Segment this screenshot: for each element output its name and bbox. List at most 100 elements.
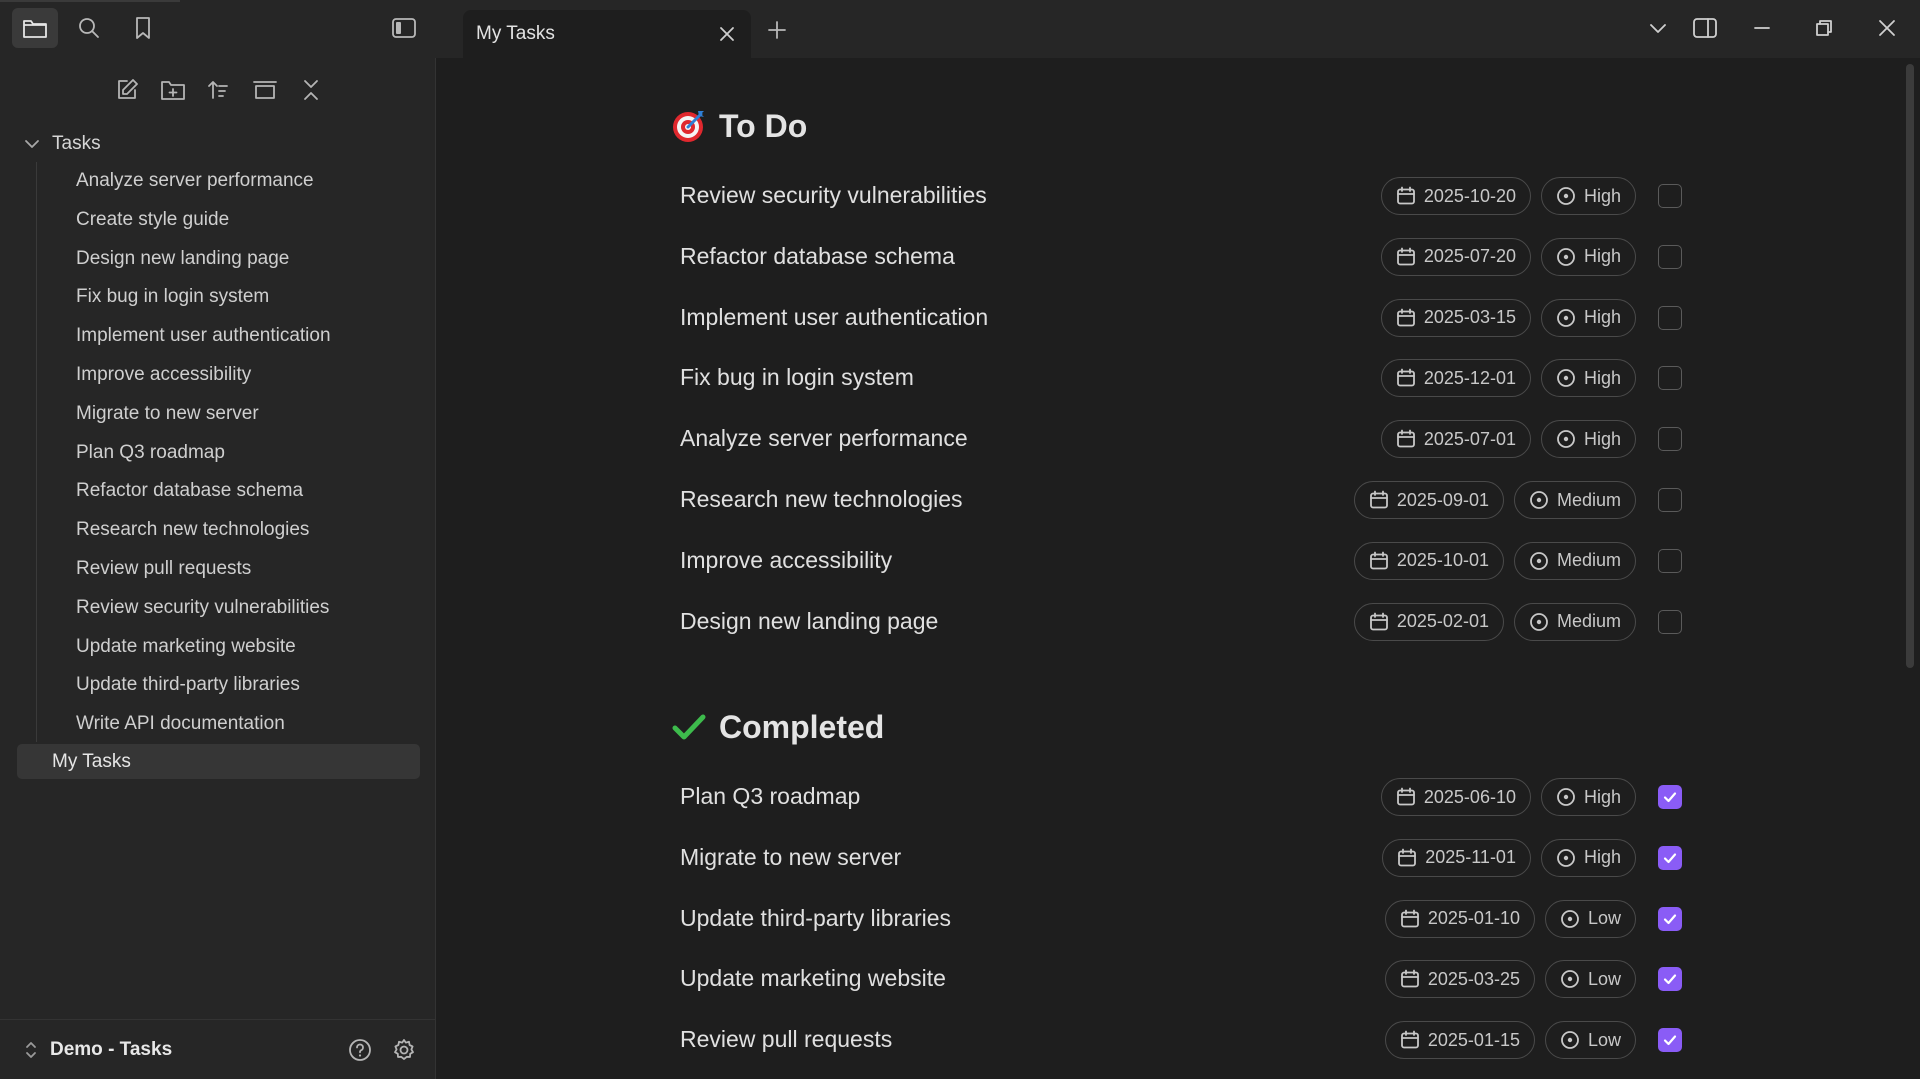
file-item-active[interactable]: My Tasks (17, 744, 420, 779)
task-checkbox[interactable] (1658, 366, 1682, 391)
task-checkbox[interactable] (1658, 427, 1682, 452)
task-title[interactable]: Research new technologies (680, 486, 963, 513)
right-sidebar-toggle-icon[interactable] (1683, 8, 1727, 48)
task-checkbox[interactable] (1658, 609, 1682, 634)
due-date-pill[interactable]: 2025-02-01 (1353, 602, 1504, 641)
file-item[interactable]: Research new technologies (36, 511, 426, 550)
task-title[interactable]: Fix bug in login system (680, 364, 914, 391)
task-checkbox[interactable] (1658, 305, 1682, 330)
task-title[interactable]: Update third-party libraries (680, 905, 951, 932)
file-item[interactable]: Plan Q3 roadmap (36, 434, 426, 473)
priority-pill[interactable]: High (1540, 177, 1636, 215)
minimize-icon[interactable] (1740, 8, 1784, 48)
due-date-pill[interactable]: 2025-09-01 (1353, 481, 1504, 519)
priority-pill[interactable]: High (1540, 778, 1636, 816)
new-note-icon[interactable] (109, 72, 145, 108)
scrollbar[interactable] (1906, 64, 1914, 668)
close-window-icon[interactable] (1865, 8, 1909, 48)
priority-pill[interactable]: High (1540, 237, 1636, 276)
due-date-pill[interactable]: 2025-01-10 (1384, 899, 1535, 938)
search-icon[interactable] (66, 8, 112, 48)
due-date-pill[interactable]: 2025-07-01 (1380, 420, 1531, 459)
file-item[interactable]: Analyze server performance (36, 162, 426, 201)
task-checkbox[interactable] (1658, 488, 1682, 512)
priority-pill[interactable]: Medium (1513, 602, 1636, 641)
due-date-pill[interactable]: 2025-03-25 (1384, 960, 1535, 999)
file-item[interactable]: Review pull requests (36, 550, 426, 589)
help-icon[interactable] (343, 1033, 377, 1067)
task-title[interactable]: Migrate to new server (680, 844, 901, 871)
tab-close-icon[interactable] (713, 20, 741, 48)
check-mark-icon (671, 709, 707, 745)
task-checkbox[interactable] (1658, 548, 1682, 573)
file-item[interactable]: Write API documentation (36, 705, 426, 744)
sidebar-toggle-icon[interactable] (381, 8, 427, 48)
task-checkbox[interactable] (1658, 785, 1682, 809)
settings-gear-icon[interactable] (387, 1033, 421, 1067)
task-meta: 2025-06-10 High (1380, 778, 1685, 816)
task-meta: 2025-11-01 High (1382, 838, 1685, 877)
due-date-pill[interactable]: 2025-06-10 (1380, 778, 1531, 816)
sort-icon[interactable] (201, 72, 237, 108)
task-checkbox[interactable] (1658, 184, 1682, 208)
file-item[interactable]: Update marketing website (36, 628, 426, 667)
task-row: Analyze server performance 2025-07-01 High (680, 414, 1685, 464)
file-item[interactable]: Improve accessibility (36, 356, 426, 395)
task-title[interactable]: Improve accessibility (680, 547, 892, 574)
folder-tasks[interactable]: Tasks (24, 129, 101, 159)
priority-pill[interactable]: Medium (1513, 481, 1636, 519)
priority-pill[interactable]: High (1540, 359, 1636, 398)
new-folder-icon[interactable] (155, 72, 191, 108)
tab-list-chevron-icon[interactable] (1636, 8, 1680, 48)
restore-icon[interactable] (1802, 8, 1846, 48)
priority-pill[interactable]: Low (1544, 1021, 1636, 1060)
file-item[interactable]: Refactor database schema (36, 472, 426, 511)
due-date-pill[interactable]: 2025-10-01 (1353, 541, 1504, 580)
priority-pill[interactable]: Low (1544, 960, 1636, 999)
priority-label: Medium (1556, 550, 1621, 571)
auto-reveal-icon[interactable] (247, 72, 283, 108)
due-date: 2025-09-01 (1396, 489, 1489, 510)
due-date-pill[interactable]: 2025-07-20 (1380, 237, 1531, 276)
due-date-pill[interactable]: 2025-12-01 (1380, 359, 1531, 398)
task-title[interactable]: Refactor database schema (680, 243, 955, 270)
due-date-pill[interactable]: 2025-01-15 (1384, 1021, 1535, 1060)
task-checkbox[interactable] (1658, 967, 1682, 992)
task-title[interactable]: Review security vulnerabilities (680, 182, 987, 209)
task-checkbox[interactable] (1658, 1028, 1682, 1053)
due-date-pill[interactable]: 2025-03-15 (1380, 298, 1531, 337)
task-checkbox[interactable] (1658, 845, 1682, 870)
calendar-icon (1400, 1030, 1420, 1050)
task-title[interactable]: Analyze server performance (680, 425, 968, 452)
vault-switcher[interactable]: Demo - Tasks (24, 1034, 172, 1066)
file-item[interactable]: Design new landing page (36, 240, 426, 279)
new-tab-icon[interactable] (754, 10, 800, 50)
file-item[interactable]: Migrate to new server (36, 395, 426, 434)
file-item[interactable]: Review security vulnerabilities (36, 589, 426, 628)
due-date: 2025-07-01 (1423, 428, 1516, 449)
file-item[interactable]: Create style guide (36, 201, 426, 240)
collapse-all-icon[interactable] (293, 72, 329, 108)
due-date-pill[interactable]: 2025-10-20 (1380, 177, 1531, 215)
task-title[interactable]: Plan Q3 roadmap (680, 783, 860, 810)
files-icon[interactable] (12, 8, 58, 48)
file-item[interactable]: Update third-party libraries (36, 666, 426, 705)
task-title[interactable]: Review pull requests (680, 1026, 892, 1053)
task-checkbox[interactable] (1658, 244, 1682, 269)
tab-my-tasks[interactable]: My Tasks (463, 10, 751, 58)
file-item[interactable]: Implement user authentication (36, 317, 426, 356)
priority-pill[interactable]: Medium (1513, 541, 1636, 580)
priority-pill[interactable]: High (1540, 838, 1636, 877)
task-title[interactable]: Implement user authentication (680, 304, 988, 331)
priority-pill[interactable]: High (1540, 298, 1636, 337)
bookmark-icon[interactable] (120, 8, 166, 48)
task-title[interactable]: Design new landing page (680, 608, 938, 635)
task-title[interactable]: Update marketing website (680, 965, 946, 992)
due-date: 2025-10-20 (1423, 185, 1516, 206)
priority-pill[interactable]: High (1540, 420, 1636, 459)
file-item[interactable]: Fix bug in login system (36, 278, 426, 317)
priority-pill[interactable]: Low (1544, 899, 1636, 938)
task-checkbox[interactable] (1658, 906, 1682, 931)
due-date-pill[interactable]: 2025-11-01 (1382, 838, 1531, 877)
sidebar-footer: Demo - Tasks (0, 1019, 436, 1079)
